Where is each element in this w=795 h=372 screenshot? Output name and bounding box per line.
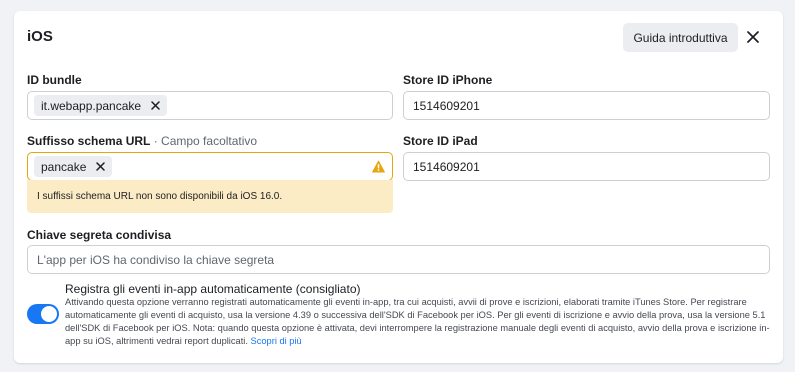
store-iphone-label: Store ID iPhone bbox=[403, 73, 493, 87]
shared-secret-input[interactable] bbox=[27, 245, 770, 274]
store-ipad-label: Store ID iPad bbox=[403, 134, 478, 148]
chip-remove-icon[interactable] bbox=[94, 161, 106, 173]
guide-button[interactable]: Guida introduttiva bbox=[623, 23, 738, 52]
auto-events-title: Registra gli eventi in-app automaticamen… bbox=[65, 282, 361, 296]
store-ipad-field[interactable]: 1514609201 bbox=[403, 152, 770, 181]
store-ipad-value: 1514609201 bbox=[413, 159, 480, 174]
store-iphone-field[interactable]: 1514609201 bbox=[403, 91, 770, 120]
auto-events-toggle[interactable] bbox=[27, 304, 59, 324]
store-iphone-value: 1514609201 bbox=[413, 98, 480, 113]
url-scheme-label: Suffisso schema URL · Campo facoltativo bbox=[27, 134, 257, 148]
bundle-id-chip: it.webapp.pancake bbox=[34, 95, 168, 116]
close-icon bbox=[747, 31, 759, 43]
shared-secret-label: Chiave segreta condivisa bbox=[27, 228, 172, 242]
url-scheme-warning: I suffissi schema URL non sono disponibi… bbox=[27, 180, 393, 213]
url-scheme-chip-text: pancake bbox=[41, 159, 87, 174]
learn-more-link[interactable]: Scopri di più bbox=[251, 336, 302, 346]
bundle-id-label: ID bundle bbox=[27, 73, 82, 87]
url-scheme-field[interactable]: pancake bbox=[27, 152, 393, 181]
bundle-id-field[interactable]: it.webapp.pancake bbox=[27, 91, 393, 120]
warning-icon bbox=[372, 160, 385, 173]
ios-settings-card: iOS Guida introduttiva ID bundle it.weba… bbox=[14, 11, 783, 363]
url-scheme-label-text: Suffisso schema URL bbox=[27, 134, 151, 148]
auto-events-description: Attivando questa opzione verranno regist… bbox=[65, 296, 775, 348]
section-title: iOS bbox=[27, 28, 53, 45]
url-scheme-chip: pancake bbox=[34, 156, 113, 177]
optional-hint: · Campo facoltativo bbox=[150, 134, 258, 148]
toggle-knob bbox=[41, 306, 57, 322]
close-button[interactable] bbox=[741, 25, 765, 49]
auto-events-description-text: Attivando questa opzione verranno regist… bbox=[65, 297, 770, 346]
chip-remove-icon[interactable] bbox=[149, 100, 161, 112]
bundle-id-chip-text: it.webapp.pancake bbox=[41, 98, 142, 113]
